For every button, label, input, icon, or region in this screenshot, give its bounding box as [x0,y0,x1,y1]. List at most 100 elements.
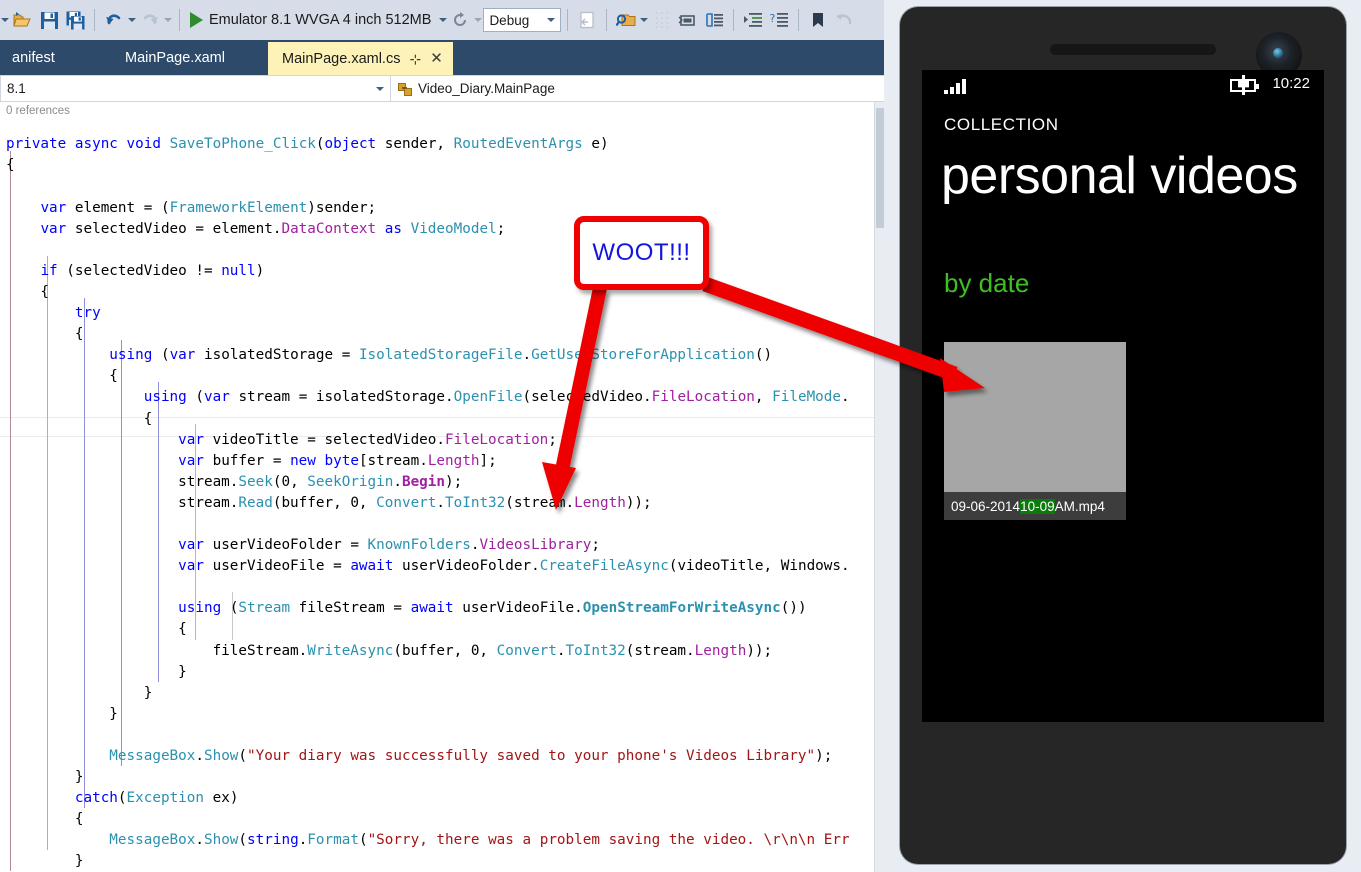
code-token: Convert [496,642,557,659]
code-token: ; [591,537,600,554]
code-token: SaveToPhone_Click [169,136,316,153]
tab-mainpage-xaml[interactable]: MainPage.xaml [105,40,245,75]
code-token: byte [324,452,359,469]
restart-icon[interactable] [447,7,473,33]
code-token: } [6,705,118,722]
code-token: Begin [401,473,446,490]
type-dropdown[interactable]: 8.1 [0,75,391,102]
tab-mainpage-xaml-cs[interactable]: MainPage.xaml.cs ⊹ ✕ [268,42,453,75]
save-all-icon[interactable] [62,7,88,33]
start-debugging-button[interactable]: Emulator 8.1 WVGA 4 inch 512MB [186,12,448,28]
code-token: ( [117,790,127,807]
code-token: WriteAsync [307,642,394,659]
code-token: , [358,494,377,511]
redo-icon[interactable] [137,7,163,33]
indent-icon[interactable] [740,7,766,33]
tab-label: anifest [12,49,55,66]
toolbar-overflow-caret[interactable] [0,7,10,33]
tab-wmappmanifest[interactable]: anifest [0,40,75,75]
play-icon [190,12,203,28]
toolbar-divider-6 [798,9,800,31]
code-token: using [143,389,196,406]
video-caption[interactable]: 09-06-2014 10-09 AM.mp4 [944,492,1126,520]
code-token: CreateFileAsync [539,558,669,575]
solution-configuration-select[interactable]: Debug [483,8,562,32]
undo-navigation-icon[interactable] [831,7,857,33]
code-token: [stream. [358,452,428,469]
bookmark-icon[interactable] [805,7,831,33]
code-token: buffer = [212,452,291,469]
code-token: Exception [126,790,204,807]
code-token: , [479,642,497,659]
code-token: ); [815,748,833,765]
open-folder-icon[interactable] [10,7,36,33]
code-token: )); [746,642,773,659]
code-token: RoutedEventArgs [453,136,583,153]
phone-screen[interactable]: 10:22 COLLECTION personal videos by date… [922,70,1324,722]
code-token: ( [238,748,248,765]
code-token: . [393,473,402,490]
code-text[interactable]: private async void SaveToPhone_Click(obj… [6,134,850,872]
code-token: (videoTitle, Windows. [668,558,850,575]
configuration-caret [547,18,556,22]
code-token: . [841,389,850,406]
svg-text:?: ? [769,12,776,25]
pin-tab-icon[interactable]: ⊹ [409,52,421,66]
code-token: ; [496,220,506,237]
phone-emulator-window: 10:22 COLLECTION personal videos by date… [884,0,1361,872]
comment-block-icon[interactable] [675,7,701,33]
editor-tab-strip: anifest MainPage.xaml MainPage.xaml.cs ⊹… [0,40,917,75]
close-tab-icon[interactable]: ✕ [430,51,443,66]
code-token: ( [195,389,204,406]
new-window-icon[interactable] [574,7,600,33]
editor-scrollbar-thumb[interactable] [876,108,884,228]
member-dropdown[interactable]: Video_Diary.MainPage [391,75,917,102]
code-token: "Sorry, there was a problem saving the v… [367,832,850,849]
video-thumbnail[interactable] [944,342,1126,492]
debug-target-caret[interactable] [439,18,448,22]
toolbar-divider-3 [567,9,569,31]
phone-earpiece [1050,44,1216,55]
code-token: . [522,347,532,364]
undo-dropdown-caret[interactable] [127,7,137,33]
code-token: fileStream. [6,642,308,659]
code-token: 0 [281,473,291,490]
debug-target-label: Emulator 8.1 WVGA 4 inch 512MB [209,12,432,28]
codelens-references[interactable]: 0 references [6,105,70,117]
code-editor[interactable]: 0 references private async void SaveToPh… [0,102,917,872]
code-token: (selectedVideo. [522,389,652,406]
code-token: MessageBox [109,748,196,765]
redo-dropdown-caret[interactable] [163,7,173,33]
save-icon[interactable] [36,7,62,33]
code-token: FrameworkElement [169,199,308,216]
find-in-files-icon[interactable] [613,7,639,33]
woot-callout: WOOT!!! [574,216,709,290]
code-token: (stream. [505,494,575,511]
code-token: using [178,600,230,617]
uncomment-block-icon[interactable] [701,7,727,33]
code-token: . [195,832,204,849]
code-token: sender, [384,136,454,153]
code-token: GetUserStoreForApplication [531,347,755,364]
code-token: as [376,220,411,237]
chevron-down-icon [376,86,384,91]
code-token: var [40,199,75,216]
find-dropdown-caret[interactable] [639,7,649,33]
code-token: FileLocation [651,389,755,406]
undo-icon[interactable] [101,7,127,33]
code-token: { [6,621,187,638]
page-title: personal videos [941,147,1298,205]
restart-caret[interactable] [473,7,483,33]
code-token: ); [445,473,463,490]
code-token: FileLocation [445,431,549,448]
code-token: userVideoFile. [462,600,583,617]
code-token: { [6,811,84,828]
code-token: videoTitle = selectedVideo. [212,431,445,448]
pivot-header-by-date[interactable]: by date [944,268,1029,299]
outdent-icon[interactable]: ? [766,7,792,33]
code-token: element = ( [74,199,170,216]
